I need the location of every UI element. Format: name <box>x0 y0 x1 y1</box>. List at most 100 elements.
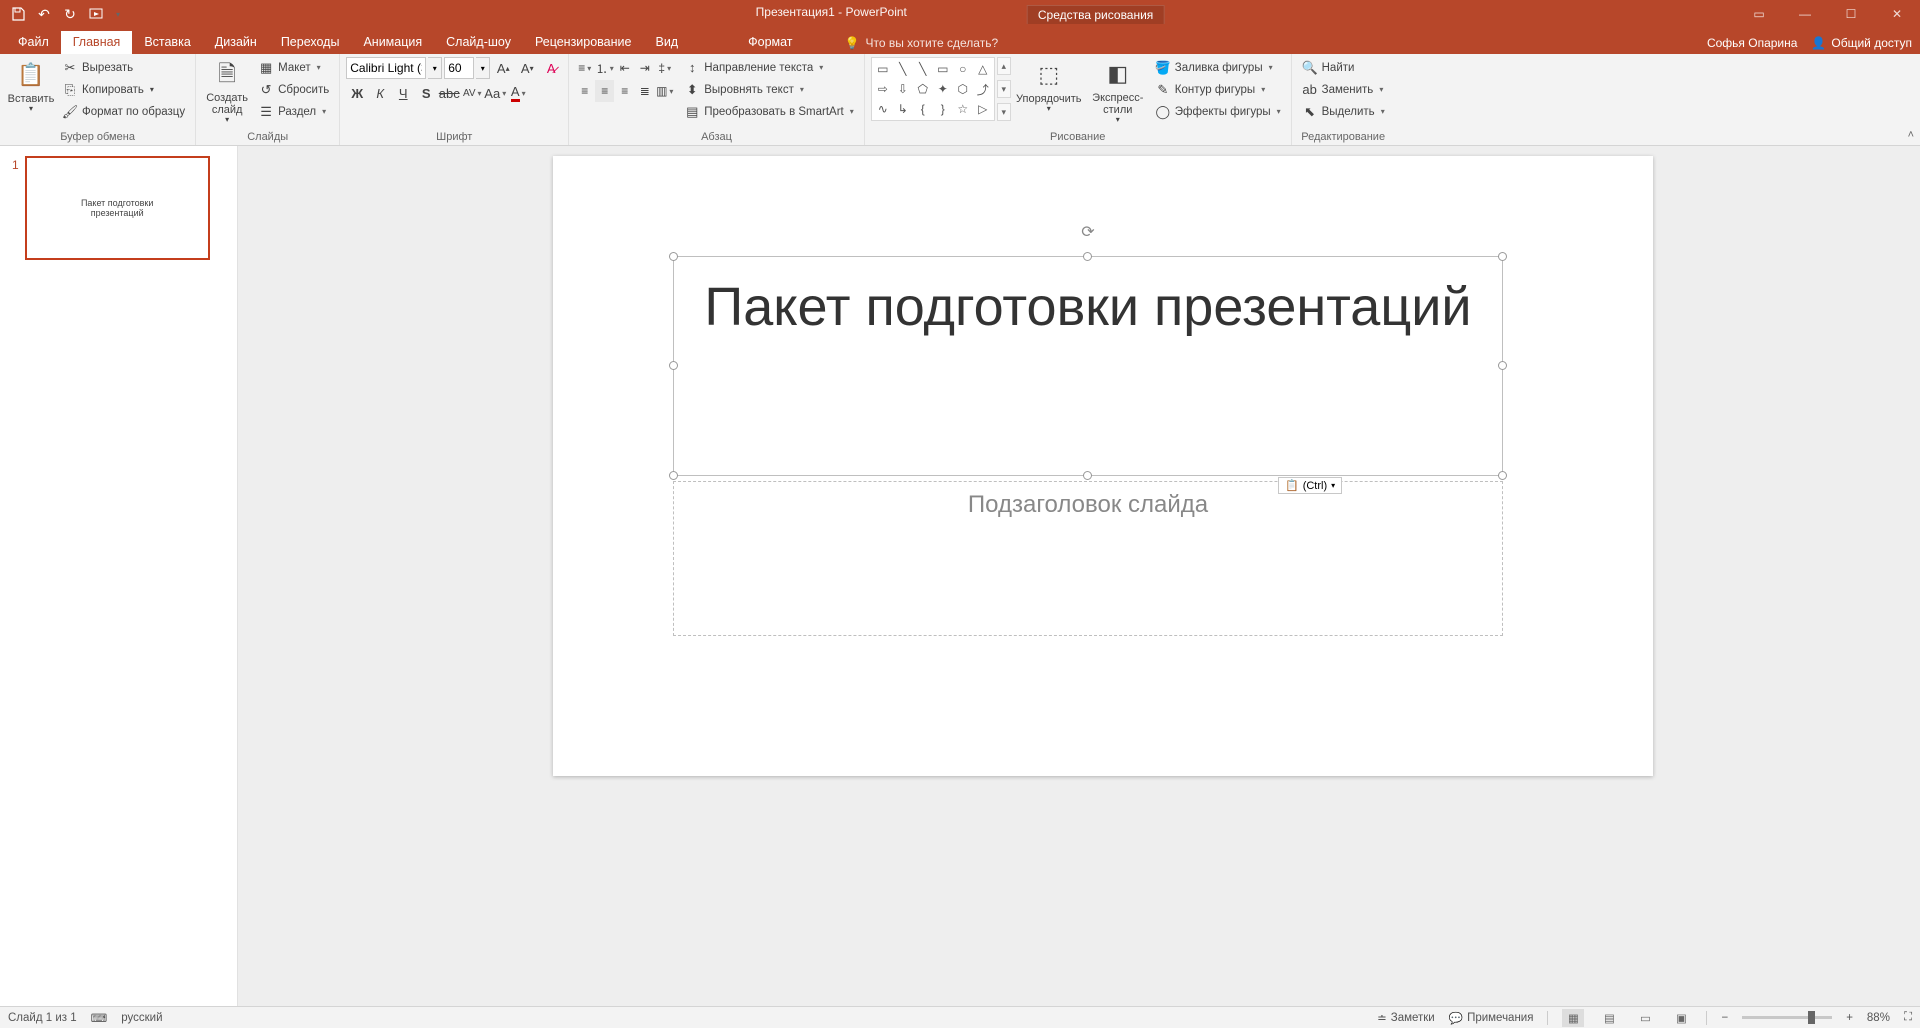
redo-refresh-button[interactable]: ↻ <box>58 2 82 26</box>
minimize-button[interactable]: — <box>1782 0 1828 28</box>
format-painter-button[interactable]: 🖌Формат по образцу <box>58 101 189 122</box>
thumbnail-pane[interactable]: 1 Пакет подготовки презентаций <box>0 146 238 1006</box>
reading-view-button[interactable]: ▭ <box>1634 1009 1656 1027</box>
undo-button[interactable]: ↶ <box>32 2 56 26</box>
shape-line[interactable]: ╲ <box>893 59 913 79</box>
slide-canvas[interactable]: ⟳ Пакет подготовки презентаций Подзаголо… <box>553 156 1653 776</box>
shape-triangle[interactable]: △ <box>973 59 993 79</box>
tab-format[interactable]: Формат <box>736 31 804 54</box>
start-from-beginning-button[interactable] <box>84 2 108 26</box>
change-case-button[interactable]: Aa <box>484 82 506 104</box>
account-user[interactable]: Софья Опарина <box>1707 36 1797 50</box>
increase-indent-button[interactable]: ⇥ <box>635 57 654 79</box>
shapes-up[interactable]: ▴ <box>997 57 1011 75</box>
shrink-font-button[interactable]: A▾ <box>516 57 538 79</box>
handle-e[interactable] <box>1498 361 1507 370</box>
slide-subtitle-text[interactable]: Подзаголовок слайда <box>673 491 1503 519</box>
align-center-button[interactable]: ≡ <box>595 80 614 102</box>
normal-view-button[interactable]: ▦ <box>1562 1009 1584 1027</box>
qat-customize-button[interactable] <box>110 2 124 26</box>
shape-hex[interactable]: ⬡ <box>953 79 973 99</box>
zoom-slider[interactable] <box>1742 1016 1832 1019</box>
maximize-button[interactable]: ☐ <box>1828 0 1874 28</box>
reset-button[interactable]: ↺Сбросить <box>254 79 333 100</box>
shape-rect2[interactable]: ▭ <box>933 59 953 79</box>
font-name-dropdown[interactable]: ▾ <box>428 57 442 79</box>
handle-se[interactable] <box>1498 471 1507 480</box>
zoom-out-button[interactable]: − <box>1721 1012 1728 1024</box>
shape-outline-button[interactable]: ✎Контур фигуры <box>1151 79 1285 100</box>
justify-button[interactable]: ≣ <box>635 80 654 102</box>
shape-rect-tool[interactable]: ▭ <box>873 59 893 79</box>
text-direction-button[interactable]: ↕Направление текста <box>680 57 858 78</box>
language-button[interactable]: русский <box>121 1012 162 1024</box>
fit-window-button[interactable]: ⛶ <box>1904 1011 1912 1024</box>
share-button[interactable]: 👤 Общий доступ <box>1811 36 1912 50</box>
shape-arrow-r[interactable]: ⇨ <box>873 79 893 99</box>
comments-button[interactable]: 💬Примечания <box>1449 1011 1534 1025</box>
italic-button[interactable]: К <box>369 82 391 104</box>
align-right-button[interactable]: ≡ <box>615 80 634 102</box>
handle-ne[interactable] <box>1498 252 1507 261</box>
shape-action[interactable]: ▷ <box>973 99 993 119</box>
shadow-button[interactable]: S <box>415 82 437 104</box>
handle-nw[interactable] <box>669 252 678 261</box>
tab-review[interactable]: Рецензирование <box>523 31 644 54</box>
rotate-handle[interactable]: ⟳ <box>1081 222 1094 242</box>
arrange-button[interactable]: ⬚ Упорядочить▾ <box>1013 57 1085 125</box>
shape-callout[interactable]: ⬠ <box>913 79 933 99</box>
section-button[interactable]: ☰Раздел <box>254 101 333 122</box>
shape-brace-l[interactable]: { <box>913 99 933 119</box>
sorter-view-button[interactable]: ▤ <box>1598 1009 1620 1027</box>
close-button[interactable]: ✕ <box>1874 0 1920 28</box>
font-size-dropdown[interactable]: ▾ <box>476 57 490 79</box>
copy-button[interactable]: ⎘Копировать▾ <box>58 79 189 100</box>
shape-line2[interactable]: ╲ <box>913 59 933 79</box>
handle-n[interactable] <box>1083 252 1092 261</box>
zoom-level[interactable]: 88% <box>1867 1012 1890 1024</box>
replace-button[interactable]: abЗаменить <box>1298 79 1389 100</box>
tab-slideshow[interactable]: Слайд-шоу <box>434 31 523 54</box>
handle-s[interactable] <box>1083 471 1092 480</box>
slide-editor[interactable]: ⟳ Пакет подготовки презентаций Подзаголо… <box>238 146 1920 1006</box>
slide-title-text[interactable]: Пакет подготовки презентаций <box>673 276 1503 338</box>
zoom-in-button[interactable]: + <box>1846 1012 1853 1024</box>
tab-home[interactable]: Главная <box>61 31 133 54</box>
shape-star[interactable]: ☆ <box>953 99 973 119</box>
shape-oval[interactable]: ○ <box>953 59 973 79</box>
shape-curve[interactable]: ∿ <box>873 99 893 119</box>
tab-animations[interactable]: Анимация <box>351 31 434 54</box>
spellcheck-icon[interactable]: ⌨ <box>91 1011 108 1025</box>
shape-brace-r[interactable]: } <box>933 99 953 119</box>
bullets-button[interactable]: ≡ <box>575 57 594 79</box>
quick-styles-button[interactable]: ◧ Экспресс-стили▾ <box>1087 57 1149 125</box>
new-slide-button[interactable]: 🗎 Создать слайд ▾ <box>202 57 252 125</box>
slide-count[interactable]: Слайд 1 из 1 <box>8 1012 77 1024</box>
shape-conn2[interactable]: ↳ <box>893 99 913 119</box>
handle-sw[interactable] <box>669 471 678 480</box>
collapse-ribbon-button[interactable]: ˄ <box>1908 129 1914 141</box>
layout-button[interactable]: ▦Макет <box>254 57 333 78</box>
shape-arrow-d[interactable]: ⇩ <box>893 79 913 99</box>
find-button[interactable]: 🔍Найти <box>1298 57 1389 78</box>
thumbnail-item[interactable]: 1 Пакет подготовки презентаций <box>12 156 225 260</box>
shape-fill-button[interactable]: 🪣Заливка фигуры <box>1151 57 1285 78</box>
columns-button[interactable]: ▥ <box>655 80 674 102</box>
cut-button[interactable]: ✂Вырезать <box>58 57 189 78</box>
shape-effects-button[interactable]: ◯Эффекты фигуры <box>1151 101 1285 122</box>
shape-conn[interactable]: ⤴ <box>973 79 993 99</box>
notes-button[interactable]: ≐Заметки <box>1377 1011 1435 1025</box>
strikethrough-button[interactable]: abc <box>438 82 460 104</box>
shapes-down[interactable]: ▾ <box>997 80 1011 98</box>
char-spacing-button[interactable]: AV <box>461 82 483 104</box>
shapes-more[interactable]: ▾ <box>997 103 1011 121</box>
convert-smartart-button[interactable]: ▤Преобразовать в SmartArt <box>680 101 858 122</box>
shapes-gallery[interactable]: ▭╲╲▭○△ ⇨⇩⬠✦⬡⤴ ∿↳{}☆▷ <box>871 57 995 121</box>
zoom-thumb[interactable] <box>1808 1011 1815 1024</box>
slideshow-view-button[interactable]: ▣ <box>1670 1009 1692 1027</box>
shape-plus[interactable]: ✦ <box>933 79 953 99</box>
font-color-button[interactable]: A <box>507 82 529 104</box>
paste-options-button[interactable]: 📋 (Ctrl) ▾ <box>1278 477 1342 494</box>
bold-button[interactable]: Ж <box>346 82 368 104</box>
tab-file[interactable]: Файл <box>6 31 61 54</box>
